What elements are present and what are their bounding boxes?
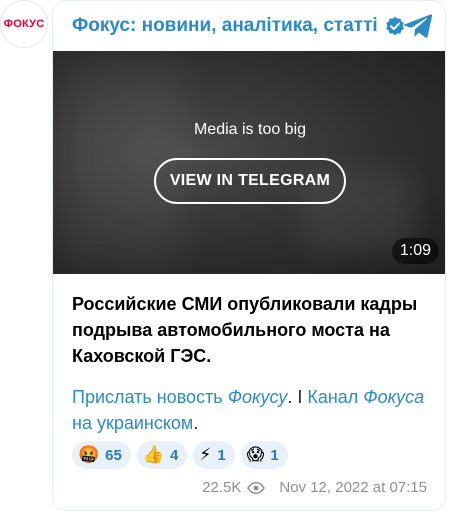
eye-icon: [247, 481, 266, 494]
post-timestamp-link[interactable]: Nov 12, 2022 at 07:15: [279, 479, 427, 496]
post-footer: 22.5K Nov 12, 2022 at 07:15: [202, 479, 427, 496]
thumbs-up-icon: 👍: [142, 445, 165, 465]
reactions-bar: 🤬 65 👍 4 ⚡ 1 😱 1: [72, 441, 288, 469]
video-duration-badge: 1:09: [391, 238, 439, 264]
channel-avatar[interactable]: ФОКУС: [0, 0, 48, 48]
channel-name-link[interactable]: Фокус: новини, аналітика, статті: [72, 15, 378, 37]
view-count: 22.5K: [202, 479, 242, 496]
reaction-count: 1: [217, 446, 226, 464]
send-news-link-text: Прислать новость: [72, 387, 228, 407]
reaction-count: 1: [270, 446, 279, 464]
links-separator: . I: [287, 387, 308, 407]
ukrainian-channel-link-italic: Фокуса: [363, 387, 425, 407]
send-news-link-italic: Фокусу: [227, 387, 288, 407]
reaction-count: 65: [105, 446, 122, 464]
post-header: Фокус: новини, аналітика, статті: [53, 1, 445, 51]
media-too-big-notice: Media is too big: [193, 121, 307, 138]
reaction-lightning[interactable]: ⚡ 1: [193, 441, 235, 469]
reaction-count: 4: [170, 446, 179, 464]
telegram-logo-icon[interactable]: [403, 13, 433, 39]
reaction-scream[interactable]: 😱 1: [240, 441, 288, 469]
angry-face-icon: 🤬: [78, 445, 100, 465]
verified-badge-icon: [385, 16, 405, 36]
post-card: Фокус: новини, аналітика, статті Media i…: [52, 0, 446, 511]
post-text: Российские СМИ опубликовали кадры подрыв…: [72, 294, 418, 366]
reaction-thumbs-up[interactable]: 👍 4: [136, 441, 188, 469]
post-links: Прислать новость Фокусу. I Канал Фокуса …: [72, 384, 437, 436]
reaction-angry[interactable]: 🤬 65: [72, 441, 131, 469]
lightning-icon: ⚡: [199, 445, 212, 465]
ukrainian-channel-link-suffix: на украинском: [72, 413, 194, 433]
media-preview[interactable]: Media is too big VIEW IN TELEGRAM 1:09: [53, 51, 445, 274]
avatar-logo-text: ФОКУС: [3, 18, 45, 30]
scream-face-icon: 😱: [246, 445, 265, 465]
send-news-link[interactable]: Прислать новость Фокусу: [72, 387, 287, 407]
ukrainian-channel-link-text: Канал: [307, 387, 364, 407]
view-in-telegram-button[interactable]: VIEW IN TELEGRAM: [154, 158, 346, 204]
links-end: .: [193, 413, 199, 433]
